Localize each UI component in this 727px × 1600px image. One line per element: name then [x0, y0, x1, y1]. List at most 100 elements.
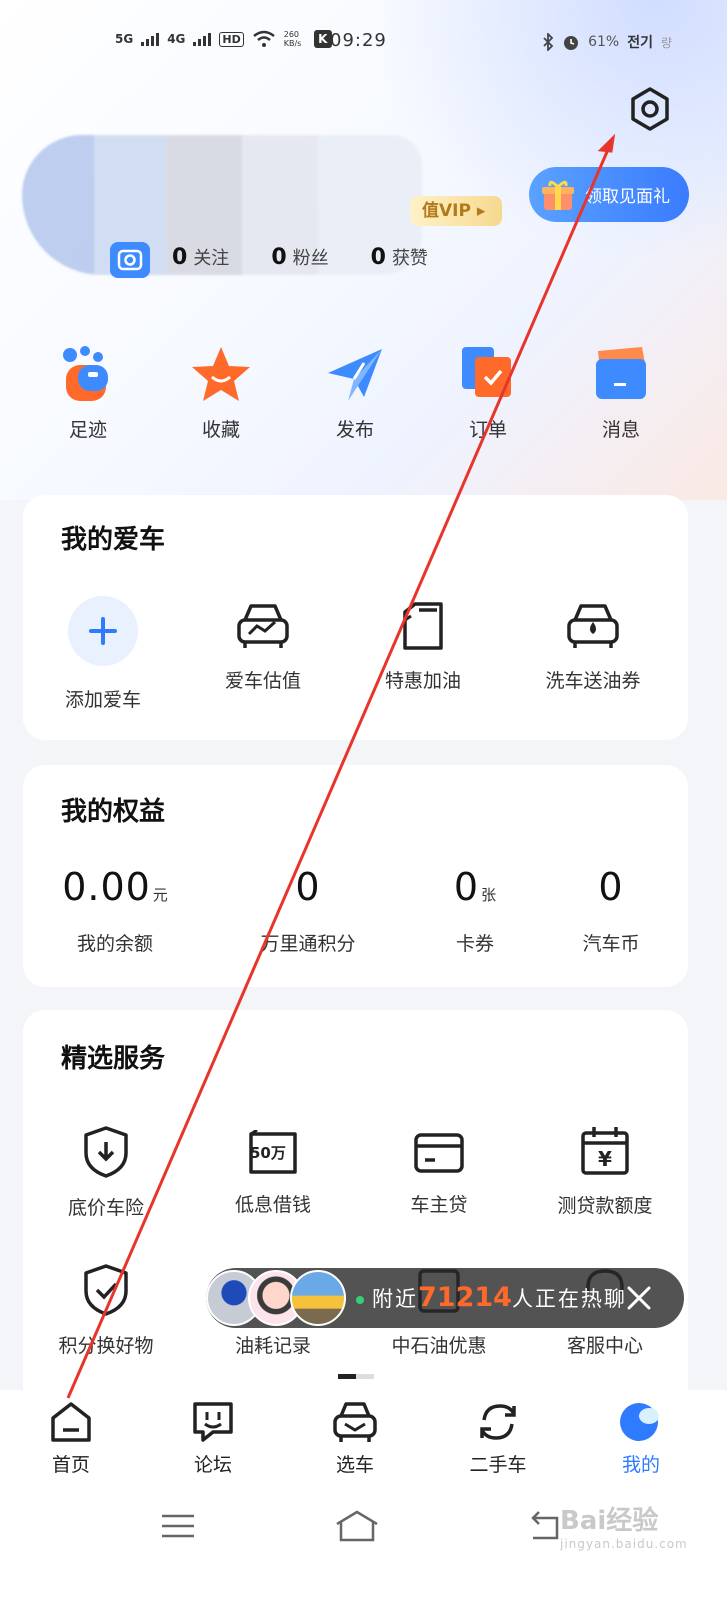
back-icon[interactable] [525, 1508, 565, 1544]
tab-used-car-label: 二手车 [469, 1454, 527, 1476]
bottom-tab-bar: 首页 论坛 选车 二手车 我的 [0, 1390, 727, 1490]
bluetooth-icon [543, 33, 554, 51]
my-car-card: 我的爱车 添加爱车 爱车估值 特惠加油 洗车送油券 [23, 495, 688, 740]
tab-mine-label: 我的 [621, 1454, 660, 1476]
low-interest-loan-button[interactable]: 50万 低息借钱 [198, 1130, 348, 1217]
services-title: 精选服务 [61, 1044, 166, 1074]
net-4g-label: 4G [167, 32, 186, 46]
shield-download-icon [84, 1126, 128, 1178]
likes-label: 获赞 [391, 248, 428, 269]
profile-stats: 0 关注 0 粉丝 0 获赞 [172, 244, 428, 270]
coupons-value: 0 [453, 865, 480, 909]
benefits-card: 我的权益 0.00 元 我的余额 0 万里通积分 0张 卡券 0 汽车币 [23, 765, 688, 987]
likes-count: 0 [370, 245, 386, 270]
chat-suffix: 人正在热聊 [511, 1287, 627, 1311]
car-wash-label: 洗车送油券 [545, 670, 641, 692]
add-car-label: 添加爱车 [64, 689, 141, 711]
profile-blob-icon [620, 1403, 659, 1441]
car-wash-button[interactable]: 洗车送油券 [518, 600, 668, 693]
refresh-icon [480, 1404, 516, 1440]
plus-icon [68, 596, 138, 666]
tab-home[interactable]: 首页 [26, 1400, 116, 1477]
likes-stat[interactable]: 0 获赞 [371, 244, 428, 270]
settings-gear-icon[interactable] [627, 86, 673, 132]
quick-actions: 足迹 收藏 发布 订单 消息 [0, 345, 727, 445]
chat-banner-text: 附近71214人正在热聊 [356, 1282, 627, 1313]
footprint-icon [63, 346, 108, 401]
car-valuation-button[interactable]: 爱车估值 [188, 600, 338, 693]
battery-label: 61% [588, 34, 620, 50]
balance-unit: 元 [152, 886, 168, 904]
quick-favorite[interactable]: 收藏 [171, 345, 271, 442]
points-value: 0 [295, 865, 321, 909]
vip-badge[interactable]: 值VIP ▸ [410, 196, 502, 226]
quick-message-label: 消息 [601, 419, 640, 441]
vip-label: 值VIP [422, 201, 471, 221]
owner-loan-button[interactable]: 车主贷 [364, 1130, 514, 1217]
quick-footprint[interactable]: 足迹 [38, 345, 138, 442]
home-icon [51, 1402, 91, 1442]
fans-count: 0 [271, 245, 287, 270]
online-dot [356, 1296, 364, 1304]
chat-prefix: 附近 [372, 1287, 418, 1311]
car-wash-icon [567, 604, 619, 648]
chat-avatar-3 [290, 1270, 346, 1326]
quick-order[interactable]: 订单 [438, 345, 538, 442]
follow-stat[interactable]: 0 关注 [172, 244, 229, 270]
clock: 09:29 [330, 30, 387, 51]
car-coins-item[interactable]: 0 汽车币 [531, 865, 691, 956]
points-exchange-button[interactable]: 积分换好物 [31, 1263, 181, 1358]
car-select-icon [333, 1402, 377, 1442]
balance-item[interactable]: 0.00 元 我的余额 [35, 865, 195, 956]
loan-icon-text: 50万 [250, 1144, 286, 1162]
message-icon [596, 347, 646, 399]
watermark-sub: jingyan.baidu.com [560, 1537, 688, 1551]
add-car-button[interactable]: 添加爱车 [28, 595, 178, 712]
gift-button[interactable]: 领取见面礼 [529, 167, 689, 222]
fuel-can-icon [403, 602, 443, 650]
gift-button-label: 领取见面礼 [585, 187, 670, 207]
charging-label: 전기 [627, 35, 653, 51]
loan-limit-button[interactable]: ¥ 测贷款额度 [530, 1125, 680, 1218]
cheap-insurance-button[interactable]: 底价车险 [31, 1125, 181, 1220]
tab-forum[interactable]: 论坛 [168, 1400, 258, 1477]
benefits-title: 我的权益 [61, 797, 166, 827]
tab-mine[interactable]: 我的 [596, 1400, 686, 1477]
low-interest-loan-label: 低息借钱 [234, 1194, 311, 1216]
tab-home-label: 首页 [51, 1454, 90, 1476]
wifi-icon [252, 30, 275, 47]
gift-icon [542, 180, 574, 210]
quick-publish[interactable]: 发布 [305, 345, 405, 442]
charging-icon: 량 [660, 35, 672, 50]
follow-label: 关注 [193, 248, 230, 269]
coupons-unit: 张 [481, 886, 497, 904]
menu-icon[interactable] [160, 1508, 196, 1544]
points-label: 万里通积分 [260, 933, 356, 955]
net-speed-label: 260 KB/s [283, 30, 302, 48]
baidu-watermark: Bai经验 jingyan.baidu.com [560, 1500, 688, 1551]
order-icon [462, 347, 511, 397]
tab-used-car[interactable]: 二手车 [453, 1400, 543, 1477]
quick-publish-label: 发布 [335, 419, 374, 441]
fans-stat[interactable]: 0 粉丝 [271, 244, 328, 270]
home-nav-icon[interactable] [333, 1508, 381, 1544]
fuel-discount-button[interactable]: 特惠加油 [348, 600, 498, 693]
tab-select-car[interactable]: 选车 [310, 1400, 400, 1477]
customer-service-label: 客服中心 [566, 1335, 643, 1357]
shield-check-icon [84, 1264, 128, 1316]
signal-icon [141, 32, 160, 46]
nearby-chat-banner[interactable]: 附近71214人正在热聊 [206, 1268, 684, 1328]
balance-label: 我的余额 [76, 933, 153, 955]
camera-icon[interactable] [110, 242, 150, 278]
points-item[interactable]: 0 万里通积分 [228, 865, 388, 956]
quick-favorite-label: 收藏 [201, 419, 240, 441]
close-icon[interactable] [624, 1283, 654, 1313]
points-exchange-label: 积分换好物 [58, 1335, 154, 1357]
alarm-icon [564, 36, 579, 50]
quick-message[interactable]: 消息 [571, 345, 671, 442]
loan-limit-label: 测贷款额度 [557, 1195, 653, 1217]
quick-footprint-label: 足迹 [68, 419, 107, 441]
loan-limit-icon-text: ¥ [598, 1147, 612, 1171]
forum-icon [193, 1402, 233, 1442]
cheap-insurance-label: 底价车险 [67, 1197, 144, 1219]
